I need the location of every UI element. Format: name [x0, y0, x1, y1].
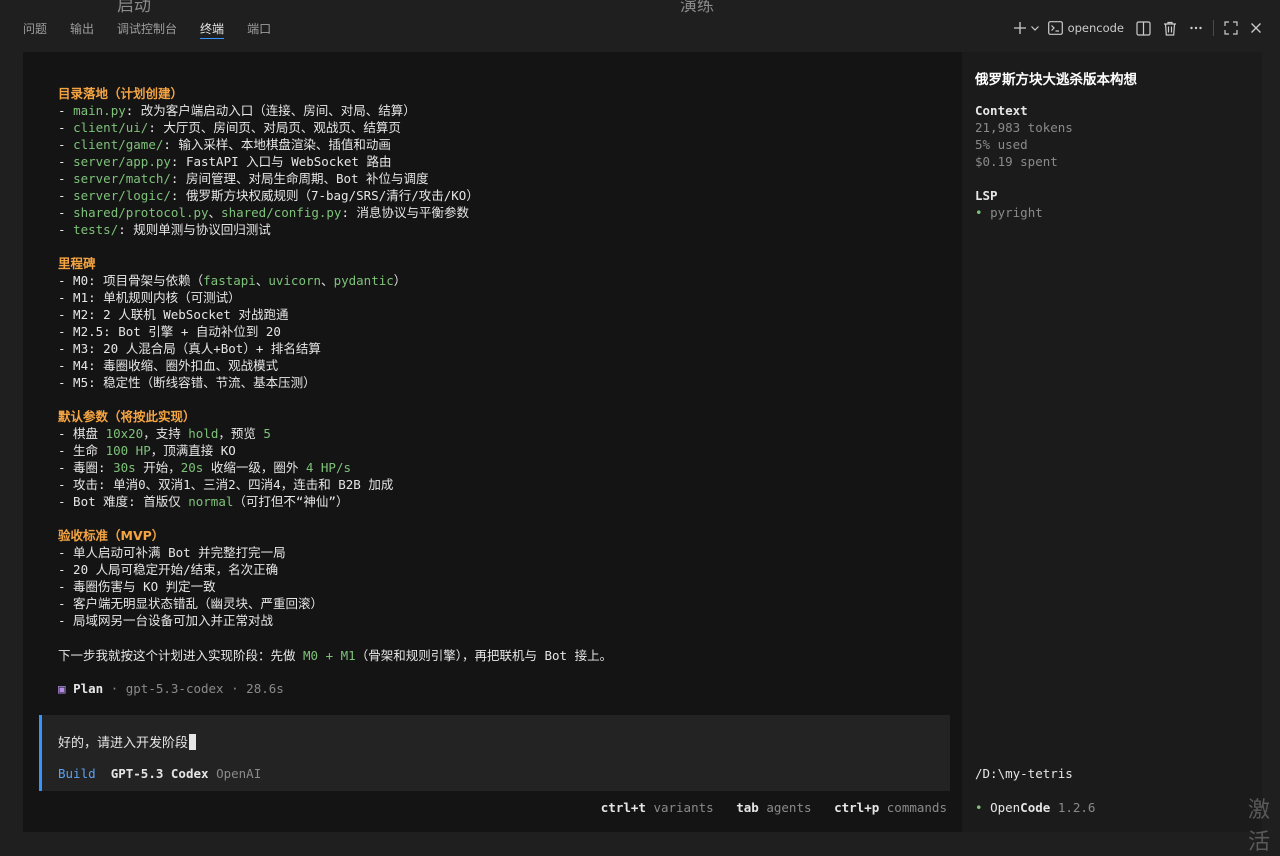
plan-summary: ▣ Plan · gpt-5.3-codex · 28.6s — [58, 681, 284, 696]
new-terminal-button[interactable] — [1012, 17, 1028, 39]
output-line: - 毒圈: 30s 开始，20s 收缩一级，圈外 4 HP/s — [58, 460, 352, 475]
ellipsis-icon — [1190, 26, 1202, 30]
output-line: - M1: 单机规则内核（可测试） — [58, 290, 241, 305]
text-cursor — [189, 734, 197, 750]
terminal-name: opencode — [1067, 21, 1124, 35]
output-line: - M2.5: Bot 引擎 + 自动补位到 20 — [58, 324, 281, 339]
maximize-panel-button[interactable] — [1224, 17, 1238, 39]
output-line: - server/match/: 房间管理、对局生命周期、Bot 补位与调度 — [58, 171, 429, 186]
token-count: 21,983 tokens — [975, 120, 1073, 135]
context-label: Context — [975, 103, 1028, 118]
section-heading-directories: 目录落地（计划创建） — [58, 86, 184, 101]
section-heading-milestones: 里程碑 — [58, 256, 96, 271]
terminal-actions: opencode — [1012, 17, 1262, 39]
output-line: - M3: 20 人混合局（真人+Bot）+ 排名结算 — [58, 341, 321, 356]
status-dot-icon: • — [975, 800, 983, 815]
panel-tabs: 问题 输出 调试控制台 终端 端口 — [23, 20, 294, 39]
output-line: - server/app.py: FastAPI 入口与 WebSocket 路… — [58, 154, 392, 169]
context-used: 5% used — [975, 137, 1028, 152]
output-line: - 局域网另一台设备可加入并正常对战 — [58, 613, 274, 628]
status-dot-icon: • — [975, 205, 983, 220]
section-heading-defaults: 默认参数（将按此实现） — [58, 409, 196, 424]
output-line: - main.py: 改为客户端启动入口（连接、房间、对局、结算） — [58, 103, 416, 118]
split-terminal-button[interactable] — [1136, 17, 1151, 39]
ghost-text-left: 启动 — [117, 0, 151, 16]
output-line: - Bot 难度: 首版仅 normal（可打但不“神仙”） — [58, 494, 349, 509]
app-version: • OpenCode 1.2.6 — [975, 800, 1096, 815]
session-title: 俄罗斯方块大逃杀版本构想 — [975, 72, 1137, 88]
maximize-icon — [1224, 21, 1238, 35]
model-label: GPT-5.3 Codex — [110, 766, 209, 781]
output-line: - 客户端无明显状态错乱（幽灵块、严重回滚） — [58, 596, 324, 611]
tab-output[interactable]: 输出 — [70, 20, 94, 38]
output-line: - 20 人局可稳定开始/结束，名次正确 — [58, 562, 279, 577]
more-actions-button[interactable] — [1189, 17, 1203, 39]
close-panel-button[interactable] — [1250, 17, 1262, 39]
lsp-item: • pyright — [975, 205, 1043, 220]
lsp-label: LSP — [975, 188, 998, 203]
tab-problems[interactable]: 问题 — [23, 20, 47, 38]
toolbar-divider — [1213, 20, 1214, 36]
plan-square-icon: ▣ — [58, 681, 66, 696]
watermark: 激活 — [1248, 798, 1271, 855]
output-line: - server/logic/: 俄罗斯方块权威规则（7-bag/SRS/清行/… — [58, 188, 479, 203]
ghost-text-right: 演练 — [680, 0, 714, 16]
output-line: - client/ui/: 大厅页、房间页、对局页、观战页、结算页 — [58, 120, 401, 135]
close-icon — [1251, 23, 1261, 33]
next-step-line: 下一步我就按这个计划进入实现阶段：先做 M0 + M1（骨架和规则引擎），再把联… — [58, 648, 613, 663]
output-line: - tests/: 规则单测与协议回归测试 — [58, 222, 271, 237]
panel-header: 启动 演练 问题 输出 调试控制台 终端 端口 opencode — [0, 0, 1280, 52]
prompt-input[interactable]: 好的，请进入开发阶段 Build GPT-5.3 Codex OpenAI — [39, 715, 950, 791]
output-line: - M4: 毒圈收缩、圈外扣血、观战模式 — [58, 358, 279, 373]
scrollbar[interactable] — [1262, 52, 1280, 832]
cost-spent: $0.19 spent — [975, 154, 1058, 169]
terminal-output[interactable]: 目录落地（计划创建） - main.py: 改为客户端启动入口（连接、房间、对局… — [23, 52, 962, 832]
output-line: - M0: 项目骨架与依赖（fastapi、uvicorn、pydantic） — [58, 273, 407, 288]
tab-ports[interactable]: 端口 — [247, 20, 271, 38]
output-line: - 生命 100 HP，顶满直接 KO — [58, 443, 236, 458]
output-line: - shared/protocol.py、shared/config.py: 消… — [58, 205, 470, 220]
terminal-instance-selector[interactable]: opencode — [1047, 17, 1124, 39]
plus-icon — [1013, 22, 1026, 34]
output-line: - client/game/: 输入采样、本地棋盘渲染、插值和动画 — [58, 137, 391, 152]
chevron-down-icon — [1030, 26, 1039, 31]
terminal-dropdown-button[interactable] — [1030, 17, 1040, 39]
prompt-meta: Build GPT-5.3 Codex OpenAI — [58, 766, 261, 781]
tab-terminal[interactable]: 终端 — [200, 20, 225, 39]
kill-terminal-button[interactable] — [1163, 17, 1177, 39]
split-icon — [1136, 20, 1151, 36]
working-directory: /D:\my-tetris — [975, 766, 1073, 781]
section-heading-acceptance: 验收标准（MVP） — [58, 528, 165, 543]
terminal-icon — [1047, 21, 1063, 35]
keyboard-hints: ctrl+t variants tab agents ctrl+p comman… — [600, 800, 947, 815]
provider-label: OpenAI — [216, 766, 262, 781]
prompt-text: 好的，请进入开发阶段 — [58, 732, 197, 751]
output-line: - M2: 2 人联机 WebSocket 对战跑通 — [58, 307, 289, 322]
tab-debug-console[interactable]: 调试控制台 — [117, 20, 177, 38]
output-line: - 攻击: 单消0、双消1、三消2、四消4，连击和 B2B 加成 — [58, 477, 394, 492]
output-line: - 毒圈伤害与 KO 判定一致 — [58, 579, 216, 594]
trash-icon — [1164, 21, 1176, 36]
session-sidebar: 俄罗斯方块大逃杀版本构想 Context 21,983 tokens 5% us… — [962, 52, 1262, 832]
output-line: - 单人启动可补满 Bot 并完整打完一局 — [58, 545, 286, 560]
output-line: - M5: 稳定性（断线容错、节流、基本压测） — [58, 375, 316, 390]
mode-label: Build — [58, 766, 96, 781]
output-line: - 棋盘 10x20，支持 hold，预览 5 — [58, 426, 271, 441]
